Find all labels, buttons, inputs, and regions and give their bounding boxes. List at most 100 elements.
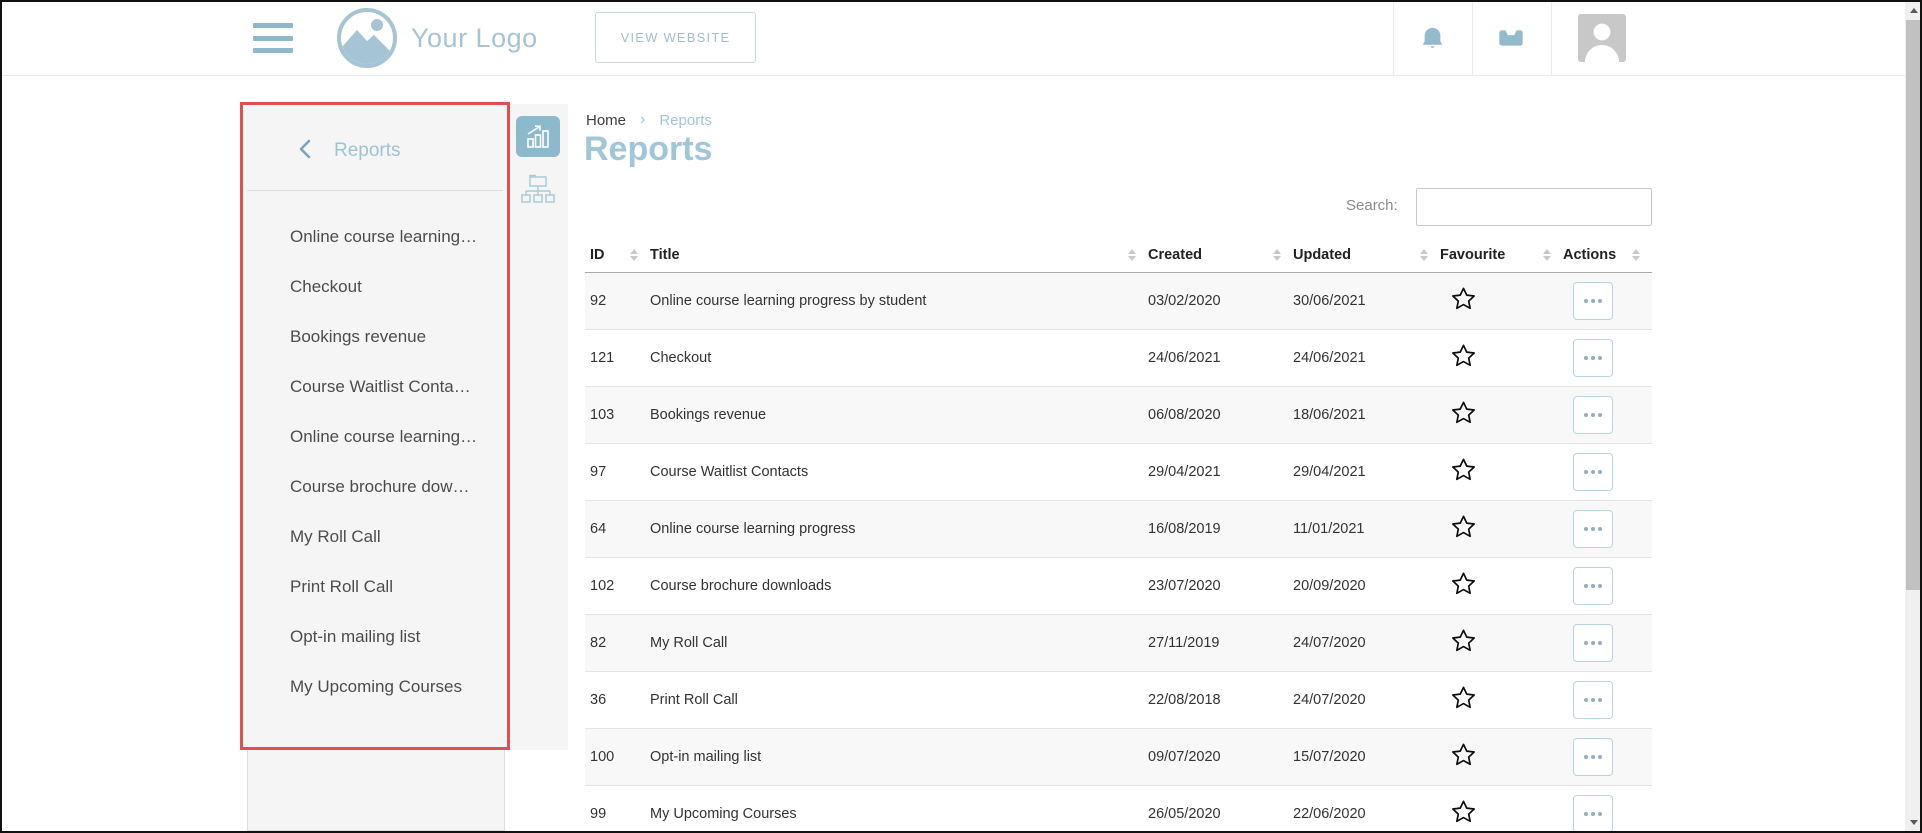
scroll-up-button[interactable] — [1905, 2, 1922, 19]
cell-id: 102 — [585, 578, 650, 594]
logo-text: Your Logo — [411, 23, 538, 54]
sort-icon — [1543, 249, 1551, 261]
sidebar-report-item[interactable]: Course Waitlist Conta… — [290, 362, 500, 412]
cell-created: 26/05/2020 — [1148, 806, 1293, 822]
notifications-button[interactable] — [1393, 0, 1471, 76]
sidebar-report-item[interactable]: Course brochure dow… — [290, 462, 500, 512]
sidebar-report-item[interactable]: My Upcoming Courses — [290, 662, 500, 712]
scrollbar-thumb[interactable] — [1906, 20, 1921, 590]
cell-favourite — [1440, 456, 1563, 489]
row-actions-button[interactable] — [1573, 453, 1613, 491]
vertical-scrollbar[interactable] — [1905, 0, 1922, 833]
cell-favourite — [1440, 513, 1563, 546]
row-actions-button[interactable] — [1573, 339, 1613, 377]
reports-view-toggle-active[interactable] — [516, 116, 560, 157]
sidebar-report-item[interactable]: Checkout — [290, 262, 500, 312]
sidebar-report-item[interactable]: Print Roll Call — [290, 562, 500, 612]
inbox-button[interactable] — [1472, 0, 1550, 76]
sidebar-report-item[interactable]: My Roll Call — [290, 512, 500, 562]
search-label: Search: — [1346, 197, 1398, 214]
favourite-star-icon[interactable] — [1448, 456, 1478, 486]
sidebar-report-item[interactable]: Online course learning… — [290, 412, 500, 462]
row-actions-button[interactable] — [1573, 624, 1613, 662]
cell-favourite — [1440, 798, 1563, 831]
table-row: 64 Online course learning progress 16/08… — [585, 501, 1652, 558]
cell-created: 24/06/2021 — [1148, 350, 1293, 366]
cell-favourite — [1440, 684, 1563, 717]
sort-icon — [1420, 249, 1428, 261]
cell-favourite — [1440, 399, 1563, 432]
sidebar-report-item[interactable]: Online course learning… — [290, 212, 500, 262]
breadcrumb: Home › Reports — [586, 111, 712, 129]
favourite-star-icon[interactable] — [1448, 627, 1478, 657]
page-title: Reports — [584, 130, 712, 169]
view-website-button[interactable]: VIEW WEBSITE — [595, 12, 756, 63]
sidebar-back-button[interactable] — [293, 136, 321, 164]
favourite-star-icon[interactable] — [1448, 513, 1478, 543]
user-avatar[interactable] — [1578, 14, 1626, 62]
sitemap-icon — [521, 174, 555, 206]
sidebar-report-item[interactable]: Bookings revenue — [290, 312, 500, 362]
table-row: 97 Course Waitlist Contacts 29/04/2021 2… — [585, 444, 1652, 501]
sort-icon — [1128, 249, 1136, 261]
cell-created: 06/08/2020 — [1148, 407, 1293, 423]
cell-actions — [1563, 339, 1652, 377]
favourite-star-icon[interactable] — [1448, 570, 1478, 600]
brand-logo[interactable]: Your Logo — [337, 8, 538, 68]
cell-id: 97 — [585, 464, 650, 480]
row-actions-button[interactable] — [1573, 567, 1613, 605]
cell-title: My Roll Call — [650, 635, 1148, 651]
favourite-star-icon[interactable] — [1448, 684, 1478, 714]
row-actions-button[interactable] — [1573, 738, 1613, 776]
table-row: 121 Checkout 24/06/2021 24/06/2021 — [585, 330, 1652, 387]
cell-id: 36 — [585, 692, 650, 708]
cell-created: 03/02/2020 — [1148, 293, 1293, 309]
cell-title: Print Roll Call — [650, 692, 1148, 708]
table-row: 102 Course brochure downloads 23/07/2020… — [585, 558, 1652, 615]
cell-actions — [1563, 681, 1652, 719]
column-header-updated[interactable]: Updated — [1293, 247, 1440, 263]
cell-id: 99 — [585, 806, 650, 822]
column-header-created[interactable]: Created — [1148, 247, 1293, 263]
favourite-star-icon[interactable] — [1448, 342, 1478, 372]
cell-favourite — [1440, 342, 1563, 375]
row-actions-button[interactable] — [1573, 795, 1613, 833]
breadcrumb-home-link[interactable]: Home — [586, 112, 626, 129]
cell-created: 22/08/2018 — [1148, 692, 1293, 708]
row-actions-button[interactable] — [1573, 396, 1613, 434]
logo-image-icon — [337, 8, 397, 68]
cell-title: Course brochure downloads — [650, 578, 1148, 594]
top-bar: Your Logo VIEW WEBSITE — [0, 0, 1905, 76]
row-actions-button[interactable] — [1573, 681, 1613, 719]
table-row: 36 Print Roll Call 22/08/2018 24/07/2020 — [585, 672, 1652, 729]
cell-actions — [1563, 510, 1652, 548]
column-header-title[interactable]: Title — [650, 247, 1148, 263]
favourite-star-icon[interactable] — [1448, 741, 1478, 771]
cell-updated: 15/07/2020 — [1293, 749, 1440, 765]
table-body: 92 Online course learning progress by st… — [585, 273, 1652, 833]
favourite-star-icon[interactable] — [1448, 798, 1478, 828]
favourite-star-icon[interactable] — [1448, 399, 1478, 429]
cell-updated: 29/04/2021 — [1293, 464, 1440, 480]
column-header-actions[interactable]: Actions — [1563, 247, 1652, 263]
cell-updated: 24/06/2021 — [1293, 350, 1440, 366]
menu-icon[interactable] — [253, 23, 293, 53]
sidebar-report-item[interactable]: Opt-in mailing list — [290, 612, 500, 662]
cell-id: 121 — [585, 350, 650, 366]
cell-created: 27/11/2019 — [1148, 635, 1293, 651]
mountain-photo-icon — [341, 12, 393, 64]
search-input[interactable] — [1416, 188, 1652, 226]
favourite-star-icon[interactable] — [1448, 285, 1478, 315]
sidebar-title: Reports — [334, 140, 401, 162]
row-actions-button[interactable] — [1573, 510, 1613, 548]
cell-actions — [1563, 795, 1652, 833]
column-header-favourite[interactable]: Favourite — [1440, 247, 1563, 263]
cell-id: 64 — [585, 521, 650, 537]
column-header-id[interactable]: ID — [585, 247, 650, 263]
row-actions-button[interactable] — [1573, 282, 1613, 320]
cell-updated: 11/01/2021 — [1293, 521, 1440, 537]
cell-id: 82 — [585, 635, 650, 651]
scroll-down-button[interactable] — [1905, 814, 1922, 831]
structure-view-toggle[interactable] — [519, 171, 557, 209]
cell-title: Online course learning progress by stude… — [650, 293, 1148, 309]
